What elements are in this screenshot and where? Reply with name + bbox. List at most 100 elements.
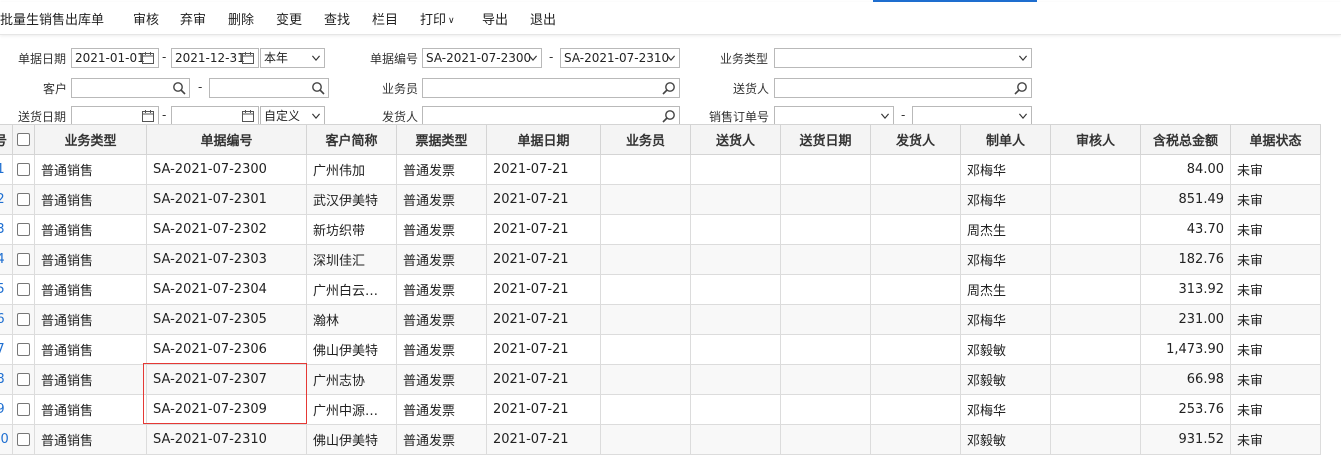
table-row[interactable]: 5 普通销售SA-2021-07-2304广州白云…普通发票2021-07-21 周… xyxy=(0,274,1321,305)
row-checkbox[interactable] xyxy=(12,184,35,215)
audit-button[interactable]: 审核 xyxy=(133,9,159,28)
shipper-field[interactable] xyxy=(422,106,680,126)
range-separator: - xyxy=(162,108,167,122)
checkbox[interactable] xyxy=(17,373,30,386)
search-icon[interactable] xyxy=(1014,81,1028,95)
checkbox[interactable] xyxy=(17,283,30,296)
bill-no-cell: SA-2021-07-2306 xyxy=(146,334,307,365)
date-preset-select[interactable]: 本年 xyxy=(260,48,325,68)
status-cell: 未审 xyxy=(1230,424,1321,455)
range-separator: - xyxy=(901,108,906,122)
customer-from-field[interactable] xyxy=(71,78,190,98)
checkbox[interactable] xyxy=(17,133,30,146)
status-cell: 未审 xyxy=(1230,154,1321,185)
table-row[interactable]: 7 普通销售SA-2021-07-2306佛山伊美特普通发票2021-07-21 邓… xyxy=(0,334,1321,365)
col-header-bill-no[interactable]: 单据编号 xyxy=(146,124,307,155)
page-title: 批量生销售出库单 xyxy=(0,13,105,28)
col-header-maker[interactable]: 制单人 xyxy=(960,124,1051,155)
delivery-date-to-field[interactable] xyxy=(171,106,259,126)
columns-button[interactable]: 栏目 xyxy=(372,9,398,28)
bill-no-to-select[interactable]: SA-2021-07-2310 xyxy=(560,48,680,68)
col-header-amount[interactable]: 含税总金额 xyxy=(1140,124,1231,155)
status-cell: 未审 xyxy=(1230,274,1321,305)
col-header-deliverer[interactable]: 送货人 xyxy=(690,124,781,155)
print-button[interactable]: 打印 ∨ xyxy=(420,9,455,28)
checkbox[interactable] xyxy=(17,403,30,416)
search-icon[interactable] xyxy=(662,109,676,123)
table-row[interactable]: 3 普通销售SA-2021-07-2302新坊织带普通发票2021-07-21 周杰… xyxy=(0,214,1321,245)
chevron-down-icon xyxy=(666,55,676,62)
search-icon[interactable] xyxy=(311,81,325,95)
table-row[interactable]: 8 普通销售SA-2021-07-2307广州志协普通发票2021-07-21 邓毅… xyxy=(0,364,1321,395)
date-to-field[interactable]: 2021-12-31 xyxy=(171,48,259,68)
delete-button[interactable]: 删除 xyxy=(228,9,254,28)
exit-button[interactable]: 退出 xyxy=(530,9,556,28)
calendar-icon[interactable] xyxy=(141,109,155,123)
row-checkbox[interactable] xyxy=(12,424,35,455)
row-checkbox[interactable] xyxy=(12,364,35,395)
col-header-status[interactable]: 单据状态 xyxy=(1230,124,1321,155)
checkbox[interactable] xyxy=(17,223,30,236)
bill-no-cell: SA-2021-07-2307 xyxy=(146,364,307,395)
checkbox[interactable] xyxy=(17,313,30,326)
row-checkbox[interactable] xyxy=(12,274,35,305)
checkbox[interactable] xyxy=(17,163,30,176)
bill-date-cell: 2021-07-21 xyxy=(486,304,601,335)
salesman-cell xyxy=(600,304,691,335)
customer-to-field[interactable] xyxy=(209,78,329,98)
select-all-checkbox[interactable] xyxy=(12,124,35,155)
table-row[interactable]: 6 普通销售SA-2021-07-2305瀚林普通发票2021-07-21 邓梅华 2… xyxy=(0,304,1321,335)
checkbox[interactable] xyxy=(17,253,30,266)
search-icon[interactable] xyxy=(172,81,186,95)
col-header-no[interactable]: 号 xyxy=(0,124,13,155)
row-checkbox[interactable] xyxy=(12,334,35,365)
table-row[interactable]: 4 普通销售SA-2021-07-2303深圳佳汇普通发票2021-07-21 邓梅… xyxy=(0,244,1321,275)
sales-order-from-select[interactable] xyxy=(774,106,894,126)
date-from-field[interactable]: 2021-01-01 xyxy=(71,48,159,68)
delivery-date-cell xyxy=(780,214,871,245)
row-checkbox[interactable] xyxy=(12,394,35,425)
col-header-invoice-type[interactable]: 票据类型 xyxy=(396,124,487,155)
row-checkbox[interactable] xyxy=(12,154,35,185)
table-row[interactable]: 2 普通销售SA-2021-07-2301武汉伊美特普通发票2021-07-21 邓… xyxy=(0,184,1321,215)
col-header-shipper[interactable]: 发货人 xyxy=(870,124,961,155)
change-button[interactable]: 变更 xyxy=(276,9,302,28)
col-header-auditor[interactable]: 审核人 xyxy=(1050,124,1141,155)
col-header-customer[interactable]: 客户简称 xyxy=(306,124,397,155)
unaudit-button[interactable]: 弃审 xyxy=(180,9,206,28)
salesman-field[interactable] xyxy=(422,78,680,98)
invoice-type-cell: 普通发票 xyxy=(396,304,487,335)
col-header-bill-date[interactable]: 单据日期 xyxy=(486,124,601,155)
status-cell: 未审 xyxy=(1230,244,1321,275)
export-button[interactable]: 导出 xyxy=(482,9,508,28)
checkbox[interactable] xyxy=(17,343,30,356)
find-button[interactable]: 查找 xyxy=(324,9,350,28)
biz-type-select[interactable] xyxy=(774,48,1032,68)
table-row[interactable]: 9 普通销售SA-2021-07-2309广州中源…普通发票2021-07-21 邓… xyxy=(0,394,1321,425)
biz-type-cell: 普通销售 xyxy=(34,304,147,335)
calendar-icon[interactable] xyxy=(241,51,255,65)
checkbox[interactable] xyxy=(17,433,30,446)
table-row[interactable]: 10 普通销售SA-2021-07-2310佛山伊美特普通发票2021-07-21… xyxy=(0,424,1321,455)
row-checkbox[interactable] xyxy=(12,214,35,245)
delivery-date-from-field[interactable] xyxy=(71,106,159,126)
col-header-delivery-date[interactable]: 送货日期 xyxy=(780,124,871,155)
deliverer-field[interactable] xyxy=(774,78,1032,98)
range-separator: - xyxy=(198,80,203,94)
amount-cell: 231.00 xyxy=(1140,304,1231,335)
col-header-salesman[interactable]: 业务员 xyxy=(600,124,691,155)
search-icon[interactable] xyxy=(662,81,676,95)
checkbox[interactable] xyxy=(17,193,30,206)
delivery-date-preset-select[interactable]: 自定义 xyxy=(260,106,325,126)
bill-no-cell: SA-2021-07-2304 xyxy=(146,274,307,305)
calendar-icon[interactable] xyxy=(141,51,155,65)
row-checkbox[interactable] xyxy=(12,244,35,275)
row-checkbox[interactable] xyxy=(12,304,35,335)
table-row[interactable]: 1 普通销售SA-2021-07-2300广州伟加普通发票2021-07-21 邓梅… xyxy=(0,154,1321,185)
calendar-icon[interactable] xyxy=(241,109,255,123)
sales-order-to-select[interactable] xyxy=(912,106,1032,126)
shipper-cell xyxy=(870,334,961,365)
col-header-biz-type[interactable]: 业务类型 xyxy=(34,124,147,155)
bill-no-from-select[interactable]: SA-2021-07-2300 xyxy=(422,48,542,68)
bill-no-label: 单据编号 xyxy=(370,52,419,66)
